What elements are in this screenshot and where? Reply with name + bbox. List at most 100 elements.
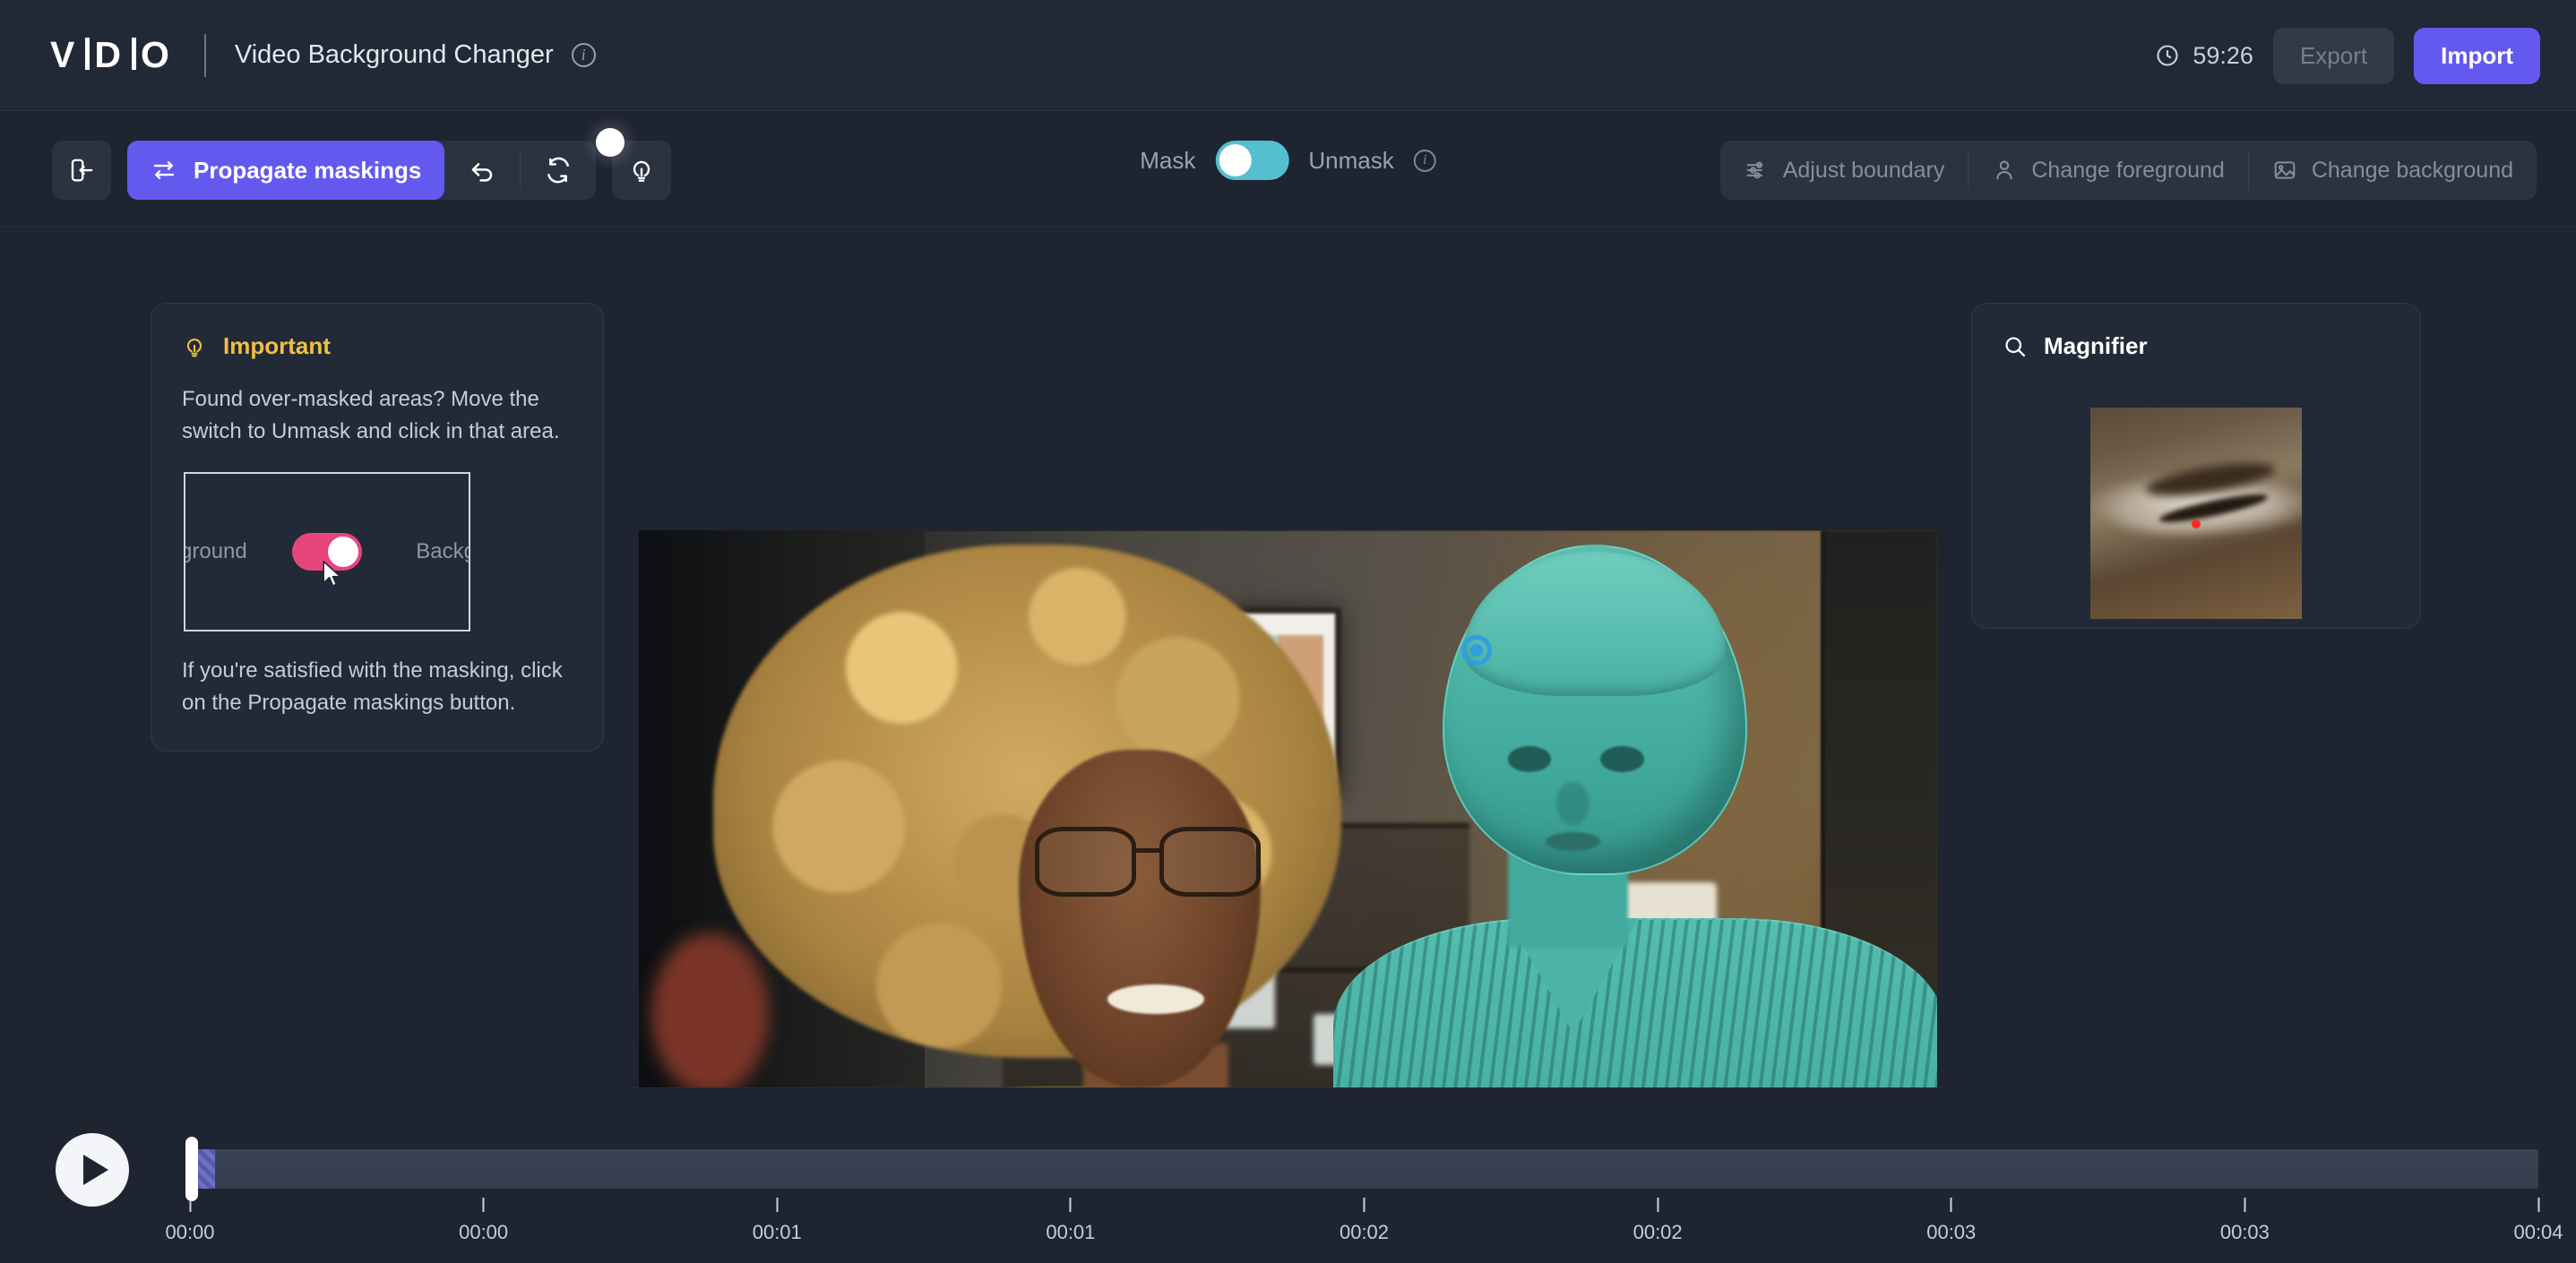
play-icon [83,1155,108,1185]
timeline-tick-label: 00:01 [1046,1221,1096,1243]
sliders-icon [1746,161,1762,179]
vidio-logo: VDO [50,34,176,75]
magnifier-panel: Magnifier [1971,303,2421,629]
timeline-ruler: 00:00 00:00 00:01 00:01 00:02 00:02 00:03 00:03… [165,1198,2563,1251]
subject-masked-headwrap [1463,552,1727,696]
mask-unmask-switch[interactable] [1215,141,1289,180]
subject-unmasked-mouth [1107,984,1204,1014]
mask-info-icon[interactable]: i [1413,149,1436,172]
glasses-lens-right [1159,827,1261,897]
timeline-tick-mark [2537,1198,2539,1212]
magnifier-viewport [2090,408,2302,619]
session-timer: 59:26 [2155,42,2253,70]
logo-bar-1 [85,38,90,70]
unmask-demo-illustration: ground Backgr [184,471,470,632]
timeline-track[interactable] [190,1149,2538,1189]
propagate-label: Propagate maskings [194,156,422,184]
editor-toolbar: Propagate maskings Mask Unmask i Adjust … [0,111,2576,228]
subject-masked-mouth [1546,832,1601,851]
timeline-tick-mark [2244,1198,2246,1212]
undo-button[interactable] [444,141,520,200]
glasses-bridge [1133,847,1162,853]
timeline-tick-label: 00:02 [1633,1221,1683,1243]
toolbar-left-group: Propagate maskings [52,128,672,200]
header-divider [203,33,206,77]
timeline-tick-label: 00:00 [165,1221,215,1243]
change-foreground-button[interactable]: Change foreground [1969,141,2247,200]
collapse-panel-icon [71,159,93,182]
timeline-tick-mark [1363,1198,1366,1212]
timeline-tick-label: 00:04 [2513,1221,2563,1243]
timeline-tick-mark [1657,1198,1659,1212]
timeline-tick-label: 00:03 [2219,1221,2270,1243]
important-body-1: Found over-masked areas? Move the switch… [182,387,560,444]
editor-stage: Important Found over-masked areas? Move … [0,228,2576,1263]
important-body-2: If you're satisfied with the masking, cl… [182,657,563,716]
timeline-tick-label: 00:02 [1339,1221,1390,1243]
timer-value: 59:26 [2193,41,2253,69]
timeline-tick: 00:03 [1926,1198,1976,1244]
image-icon [2274,161,2296,179]
timeline-tick: 00:00 [165,1198,215,1244]
timeline-tick: 00:01 [753,1198,802,1244]
app-root: VDO Video Background Changer i 59:26 Exp… [0,0,2576,1263]
timeline-tick-mark [1069,1198,1072,1212]
subject-masked-eye-left [1507,745,1552,772]
person-icon [1996,160,2013,180]
export-button[interactable]: Export [2272,27,2395,84]
app-header: VDO Video Background Changer i 59:26 Exp… [0,0,2576,111]
demo-mouse-cursor-icon [323,561,341,587]
important-title: Important [223,332,331,359]
page-title: Video Background Changer [234,40,554,69]
adjust-boundary-button[interactable]: Adjust boundary [1720,141,1969,200]
import-button[interactable]: Import [2414,27,2540,84]
mask-label: Mask [1140,146,1196,174]
toolbar-right-group: Adjust boundary Change foreground Change… [1719,141,2537,200]
timeline-tick: 00:02 [1633,1198,1683,1244]
demo-foreground-label: ground [184,538,247,563]
timeline-tick: 00:04 [2513,1198,2563,1244]
collapse-panel-button[interactable] [52,141,111,200]
timeline-playhead[interactable] [185,1137,198,1201]
search-icon [2005,336,2026,357]
change-foreground-label: Change foreground [2031,157,2225,183]
timeline-tick-mark [1950,1198,1952,1212]
lightbulb-icon [187,338,202,357]
timeline-tick-label: 00:00 [459,1221,509,1243]
header-actions: 59:26 Export Import [2155,0,2540,111]
reset-button[interactable] [521,141,596,200]
logo-bar-2 [131,38,136,70]
magnifier-header: Magnifier [2003,332,2390,360]
change-background-button[interactable]: Change background [2249,141,2537,200]
timeline-tick-mark [482,1198,485,1212]
brand: VDO Video Background Changer i [0,33,596,77]
demo-background-label: Backgr [416,538,469,563]
adjust-boundary-label: Adjust boundary [1782,157,1945,183]
mask-mode-toggle-group: Mask Unmask i [1140,141,1436,180]
play-button[interactable] [56,1133,129,1207]
propagate-maskings-button[interactable]: Propagate maskings [127,141,445,200]
title-info-icon[interactable]: i [571,43,596,67]
timeline-tick: 00:01 [1046,1198,1095,1244]
timeline-tick-mark [776,1198,779,1212]
glasses-lens-left [1035,827,1137,897]
subject-unmasked-glasses [1035,827,1261,897]
timeline-tick: 00:02 [1340,1198,1389,1244]
magnifier-cursor-dot [2192,519,2201,528]
propagate-group: Propagate maskings [127,128,625,200]
refresh-icon [547,157,570,184]
subject-masked-eye-right [1600,745,1644,772]
timeline-bar: 00:00 00:00 00:01 00:01 00:02 00:02 00:03 00:03… [0,1087,2576,1263]
important-header: Important [182,332,573,360]
clock-icon [2157,45,2178,66]
timeline-tick-label: 00:01 [752,1221,802,1243]
subject-masked-nose [1556,781,1590,825]
change-background-label: Change background [2311,157,2513,183]
timeline-tick: 00:00 [459,1198,508,1244]
undo-icon [472,163,493,182]
lightbulb-icon [633,160,650,182]
magnifier-title: Magnifier [2044,332,2148,359]
hint-button[interactable] [612,141,672,200]
timeline-tick-label: 00:03 [1926,1221,1977,1243]
important-panel: Important Found over-masked areas? Move … [151,303,604,752]
